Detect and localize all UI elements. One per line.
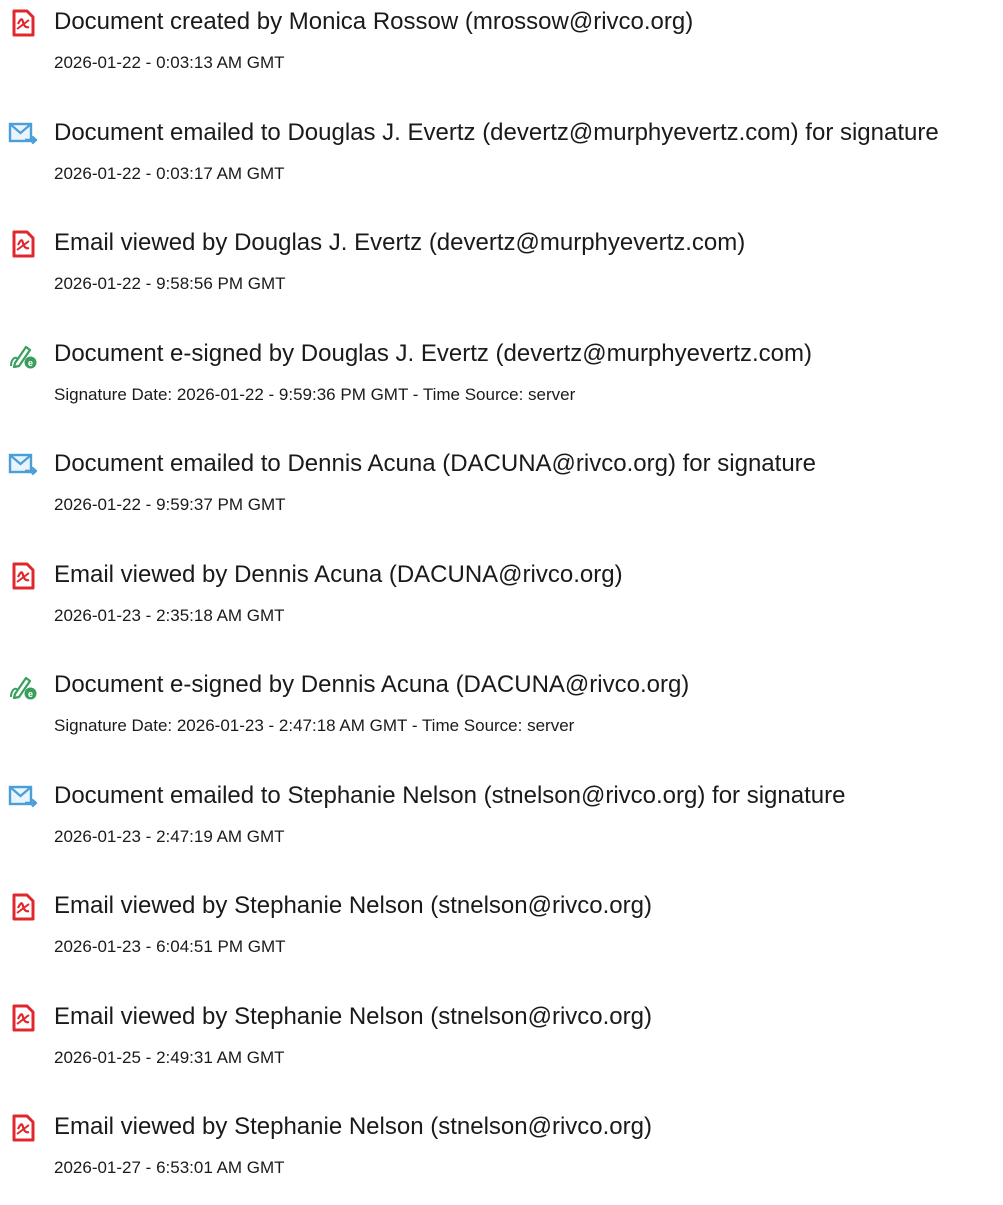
audit-event: Document emailed to Douglas J. Evertz (d…	[0, 111, 1003, 211]
pdf-document-icon	[8, 8, 38, 38]
audit-event: Email viewed by Stephanie Nelson (stnels…	[0, 995, 1003, 1095]
event-title: Document emailed to Stephanie Nelson (st…	[54, 781, 846, 809]
e-sign-icon: e	[8, 671, 38, 701]
audit-event: Email viewed by Stephanie Nelson (stnels…	[0, 1105, 1003, 1205]
audit-event: e Document e-signed by Dennis Acuna (DAC…	[0, 663, 1003, 763]
audit-event: Document emailed to Dennis Acuna (DACUNA…	[0, 442, 1003, 542]
event-timestamp: 2026-01-25 - 2:49:31 AM GMT	[54, 1047, 285, 1067]
event-signature-date: Signature Date: 2026-01-23 - 2:47:18 AM …	[54, 716, 575, 735]
audit-event: Document created by Monica Rossow (mross…	[0, 0, 1003, 100]
pdf-document-icon	[8, 1113, 38, 1143]
svg-text:e: e	[28, 689, 33, 699]
audit-event: Email viewed by Stephanie Nelson (stnels…	[0, 884, 1003, 984]
pdf-document-icon	[8, 229, 38, 259]
event-timestamp: 2026-01-23 - 2:47:19 AM GMT	[54, 826, 285, 846]
audit-event: e Document e-signed by Douglas J. Evertz…	[0, 332, 1003, 432]
event-title: Document e-signed by Douglas J. Evertz (…	[54, 339, 812, 367]
event-title: Email viewed by Stephanie Nelson (stnels…	[54, 892, 652, 919]
audit-event: Document emailed to Stephanie Nelson (st…	[0, 774, 1003, 874]
event-timestamp: 2026-01-22 - 9:59:37 PM GMT	[54, 495, 286, 514]
event-title: Document created by Monica Rossow (mross…	[54, 8, 694, 35]
audit-event: Email viewed by Dennis Acuna (DACUNA@riv…	[0, 553, 1003, 653]
event-timestamp: 2026-01-22 - 0:03:13 AM GMT	[54, 53, 285, 72]
event-title: Email viewed by Stephanie Nelson (stnels…	[54, 1113, 652, 1140]
email-sent-icon	[8, 782, 38, 812]
event-signature-date: Signature Date: 2026-01-22 - 9:59:36 PM …	[54, 384, 576, 404]
event-timestamp: 2026-01-22 - 0:03:17 AM GMT	[54, 163, 285, 183]
event-title: Document emailed to Douglas J. Evertz (d…	[54, 118, 939, 146]
event-title: Email viewed by Douglas J. Evertz (dever…	[54, 229, 746, 256]
e-sign-icon: e	[8, 340, 38, 370]
event-timestamp: 2026-01-23 - 2:35:18 AM GMT	[54, 605, 285, 625]
event-timestamp: 2026-01-27 - 6:53:01 AM GMT	[54, 1158, 285, 1177]
pdf-document-icon	[8, 892, 38, 922]
svg-text:e: e	[28, 358, 33, 368]
event-title: Email viewed by Stephanie Nelson (stnels…	[54, 1002, 652, 1030]
event-title: Email viewed by Dennis Acuna (DACUNA@riv…	[54, 560, 623, 588]
event-timestamp: 2026-01-22 - 9:58:56 PM GMT	[54, 274, 286, 293]
audit-event: Email viewed by Douglas J. Evertz (dever…	[0, 221, 1003, 321]
event-timestamp: 2026-01-23 - 6:04:51 PM GMT	[54, 937, 286, 956]
pdf-document-icon	[8, 1003, 38, 1033]
pdf-document-icon	[8, 561, 38, 591]
event-title: Document emailed to Dennis Acuna (DACUNA…	[54, 450, 817, 477]
email-sent-icon	[8, 450, 38, 480]
event-title: Document e-signed by Dennis Acuna (DACUN…	[54, 671, 690, 698]
email-sent-icon	[8, 119, 38, 149]
